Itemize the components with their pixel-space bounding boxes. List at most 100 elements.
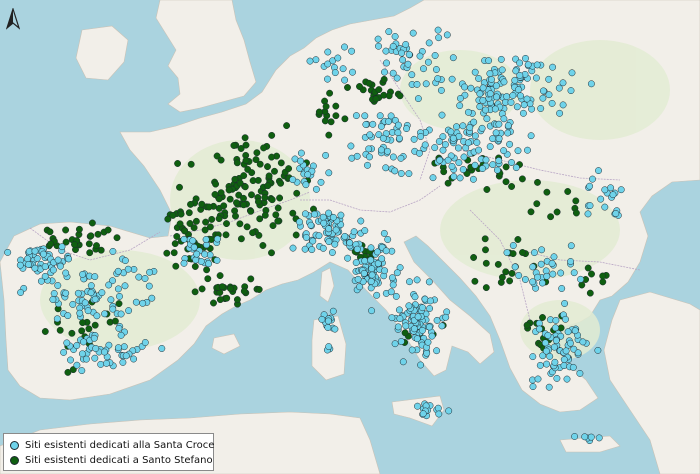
santa-croce-site-marker	[379, 134, 387, 142]
santa-croce-site-marker	[486, 90, 494, 98]
santa-croce-site-marker	[125, 307, 133, 315]
santa-croce-site-marker	[492, 82, 500, 90]
santa-croce-site-marker	[500, 115, 508, 123]
santa-croce-site-marker	[456, 102, 464, 110]
santa-croce-site-marker	[539, 94, 547, 102]
santa-croce-site-marker	[461, 83, 468, 91]
santa-croce-site-marker	[539, 87, 547, 95]
santa-croce-site-marker	[482, 156, 490, 164]
santo-stefano-site-marker	[259, 242, 267, 249]
santo-stefano-site-marker	[264, 163, 271, 171]
santa-croce-site-marker	[406, 278, 413, 286]
santa-croce-site-marker	[594, 346, 602, 354]
santa-croce-site-marker	[116, 292, 123, 300]
santo-stefano-site-marker	[564, 188, 572, 195]
santa-croce-site-marker	[479, 96, 487, 104]
santa-croce-site-marker	[543, 272, 551, 280]
santa-croce-site-marker	[493, 93, 500, 101]
santa-croce-site-marker	[532, 74, 540, 82]
santo-stefano-site-marker	[94, 230, 102, 238]
santo-stefano-site-marker	[215, 195, 223, 203]
santo-stefano-site-marker	[325, 131, 333, 139]
santa-croce-site-marker	[302, 234, 310, 241]
santo-stefano-site-marker	[539, 314, 546, 321]
santo-stefano-site-marker	[191, 263, 199, 270]
santa-croce-site-marker	[331, 325, 339, 333]
santa-croce-site-marker	[533, 61, 541, 69]
santa-croce-site-marker	[516, 71, 524, 79]
santo-stefano-site-marker	[93, 242, 100, 250]
santo-stefano-site-marker	[226, 285, 234, 292]
santa-croce-site-marker	[325, 169, 333, 177]
santa-croce-site-marker	[537, 260, 545, 268]
santa-croce-site-marker	[541, 339, 549, 347]
santo-stefano-site-marker	[260, 144, 268, 152]
santa-croce-site-marker	[114, 344, 122, 352]
santo-stefano-site-marker	[91, 321, 99, 329]
santa-croce-site-marker	[460, 153, 468, 161]
santa-croce-site-marker	[467, 84, 475, 92]
santo-stefano-site-marker	[176, 183, 183, 191]
santa-croce-site-marker	[395, 306, 403, 314]
santa-croce-site-marker	[426, 305, 434, 312]
santo-stefano-site-marker	[217, 189, 225, 197]
santo-stefano-site-marker	[471, 277, 479, 285]
santa-croce-site-marker	[90, 334, 98, 342]
santo-stefano-site-marker	[332, 102, 340, 110]
santa-croce-site-marker	[356, 283, 364, 291]
santa-croce-site-marker	[130, 265, 138, 273]
santa-croce-site-marker	[473, 139, 481, 146]
santo-stefano-site-marker	[481, 235, 489, 243]
santo-stefano-site-marker	[293, 189, 301, 197]
santa-croce-site-marker	[312, 56, 320, 64]
santo-stefano-site-marker	[187, 200, 194, 208]
santa-croce-site-marker	[415, 149, 423, 157]
santa-croce-site-marker	[550, 343, 558, 351]
santa-croce-site-marker	[62, 289, 70, 297]
santo-stefano-site-marker	[482, 284, 490, 292]
santa-croce-site-marker	[552, 337, 560, 344]
santa-croce-site-marker	[448, 75, 456, 83]
santa-croce-site-marker	[309, 237, 317, 245]
santa-croce-site-marker	[405, 51, 413, 58]
santa-croce-site-marker	[434, 404, 442, 412]
santa-croce-site-marker	[329, 307, 337, 315]
santa-croce-site-marker	[341, 232, 349, 240]
santa-croce-site-marker	[349, 68, 356, 76]
santa-croce-site-marker	[569, 363, 577, 371]
santa-croce-site-marker	[512, 164, 520, 172]
santa-croce-site-marker	[442, 313, 450, 321]
santo-stefano-site-marker	[276, 194, 284, 202]
santa-croce-site-marker	[516, 59, 524, 67]
santa-croce-site-marker	[301, 210, 309, 218]
santa-croce-site-marker	[367, 278, 375, 285]
santa-croce-site-marker	[376, 112, 384, 120]
santa-croce-site-marker	[577, 275, 585, 283]
santa-croce-site-marker	[139, 299, 147, 307]
santa-croce-site-marker	[549, 270, 557, 278]
santa-croce-site-marker	[486, 143, 494, 151]
santo-stefano-site-marker	[187, 160, 195, 168]
map-canvas[interactable]	[0, 0, 700, 474]
santa-croce-site-marker	[352, 112, 360, 120]
santa-croce-site-marker	[587, 80, 595, 88]
santa-croce-site-marker	[425, 278, 433, 286]
santo-stefano-site-marker	[365, 79, 373, 87]
santo-stefano-site-marker	[191, 288, 199, 296]
santa-croce-site-marker	[409, 29, 417, 37]
santo-stefano-site-marker	[41, 328, 49, 335]
santa-croce-site-marker	[73, 361, 81, 369]
santo-stefano-site-marker	[321, 117, 329, 125]
santa-croce-site-marker	[202, 236, 210, 243]
santa-croce-site-marker	[24, 255, 32, 263]
santa-croce-site-marker	[65, 255, 73, 263]
santo-stefano-site-marker	[523, 321, 531, 329]
santa-croce-site-marker	[334, 54, 342, 62]
santa-croce-site-marker	[378, 255, 386, 263]
santa-croce-site-marker	[449, 134, 457, 142]
santa-croce-site-marker	[524, 61, 532, 69]
santa-croce-site-marker	[433, 316, 441, 324]
santa-croce-site-marker	[124, 265, 132, 273]
santa-croce-site-marker	[402, 322, 410, 330]
santo-stefano-site-marker	[232, 212, 239, 220]
